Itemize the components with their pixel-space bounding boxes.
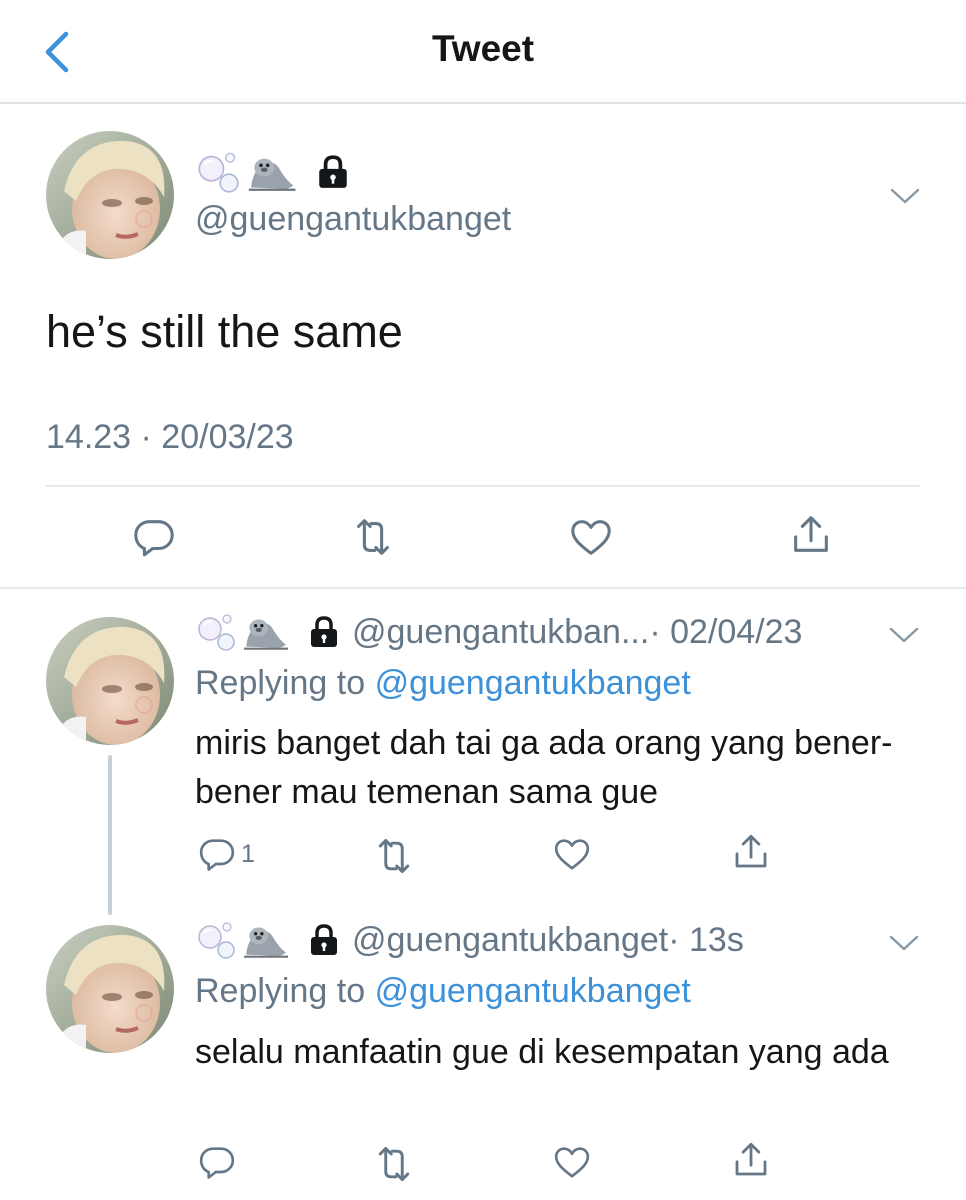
divider (0, 587, 966, 589)
reply-time: · 13s (668, 920, 744, 959)
tweet-text: he’s still the same (46, 306, 403, 357)
display-name (196, 150, 350, 194)
user-handle[interactable]: @guengantukbanget (195, 200, 511, 239)
like-icon[interactable] (552, 834, 592, 874)
tweet-timestamp[interactable]: 14.23 · 20/03/23 (46, 418, 294, 457)
share-icon[interactable] (788, 512, 834, 558)
lock-icon (308, 923, 340, 957)
chevron-down-icon[interactable] (889, 185, 921, 207)
reply-header: @guengantukbanget· 13s (196, 920, 744, 960)
reply-count: 1 (241, 839, 255, 868)
user-handle[interactable]: @guengantukban... (352, 613, 649, 651)
replying-prefix: Replying to (195, 664, 366, 702)
avatar[interactable] (46, 925, 174, 1053)
share-icon[interactable] (730, 1139, 772, 1181)
seal-emoji-icon (242, 921, 288, 959)
like-icon[interactable] (568, 514, 614, 560)
reply-text: miris banget dah tai ga ada orang yang b… (195, 724, 893, 811)
reply-text: selalu manfaatin gue di kesempatan yang … (195, 1033, 889, 1071)
lock-icon (308, 615, 340, 649)
seal-emoji-icon (246, 152, 296, 192)
bubbles-emoji-icon (196, 150, 240, 194)
page-title: Tweet (431, 28, 535, 69)
chevron-down-icon[interactable] (888, 932, 920, 954)
replying-to: Replying to @guengantukbanget (195, 664, 691, 703)
replying-to-link[interactable]: @guengantukbanget (375, 664, 691, 702)
avatar[interactable] (46, 617, 174, 745)
retweet-icon[interactable] (372, 1142, 416, 1186)
reply-icon[interactable] (131, 514, 177, 560)
replying-to: Replying to @guengantukbanget (195, 972, 691, 1011)
divider (46, 485, 920, 487)
lock-icon (316, 154, 350, 190)
reply-action[interactable]: 1 (197, 834, 255, 874)
replying-to-link[interactable]: @guengantukbanget (375, 972, 691, 1010)
user-handle[interactable]: @guengantukbanget (352, 921, 668, 959)
seal-emoji-icon (242, 613, 288, 651)
retweet-icon[interactable] (350, 514, 396, 560)
reply-icon[interactable] (197, 1142, 237, 1182)
reply-action[interactable] (197, 1142, 241, 1182)
reply-time: · 02/04/23 (649, 612, 803, 651)
thread-connector (108, 755, 112, 915)
replying-prefix: Replying to (195, 972, 366, 1010)
share-icon[interactable] (730, 831, 772, 873)
avatar[interactable] (46, 131, 174, 259)
chevron-down-icon[interactable] (888, 624, 920, 646)
like-icon[interactable] (552, 1142, 592, 1182)
reply-icon[interactable] (197, 834, 237, 874)
reply-header: @guengantukban...· 02/04/23 (196, 612, 802, 652)
retweet-icon[interactable] (372, 834, 416, 878)
bubbles-emoji-icon (196, 612, 236, 652)
bubbles-emoji-icon (196, 920, 236, 960)
